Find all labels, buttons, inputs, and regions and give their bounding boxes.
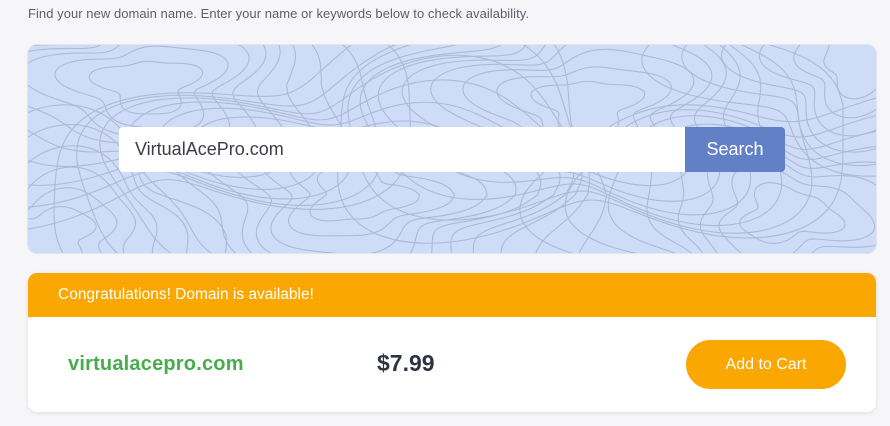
topo-contour-line bbox=[718, 164, 876, 253]
search-button[interactable]: Search bbox=[685, 127, 785, 172]
availability-message: Congratulations! Domain is available! bbox=[58, 286, 314, 303]
domain-search-form: Search bbox=[119, 127, 785, 172]
domain-result-row: virtualacepro.com $7.99 Add to Cart bbox=[28, 317, 876, 412]
page-intro-text: Find your new domain name. Enter your na… bbox=[28, 6, 530, 21]
add-to-cart-button[interactable]: Add to Cart bbox=[686, 340, 846, 389]
topo-contour-line bbox=[309, 165, 420, 222]
topo-contour-line bbox=[157, 101, 561, 253]
available-domain-name: virtualacepro.com bbox=[68, 353, 244, 375]
topo-contour-line bbox=[28, 45, 353, 200]
topo-contour-line bbox=[28, 205, 97, 253]
topo-contour-line bbox=[54, 45, 229, 131]
domain-price: $7.99 bbox=[377, 350, 435, 376]
topo-contour-line bbox=[739, 182, 846, 245]
domain-search-input[interactable] bbox=[119, 127, 685, 172]
availability-banner: Congratulations! Domain is available! bbox=[28, 273, 876, 317]
topo-contour-line bbox=[823, 45, 876, 100]
topo-contour-line bbox=[758, 45, 876, 137]
domain-search-panel: Search bbox=[28, 45, 876, 253]
domain-result-card: Congratulations! Domain is available! vi… bbox=[28, 273, 876, 412]
topo-contour-line bbox=[28, 187, 118, 253]
